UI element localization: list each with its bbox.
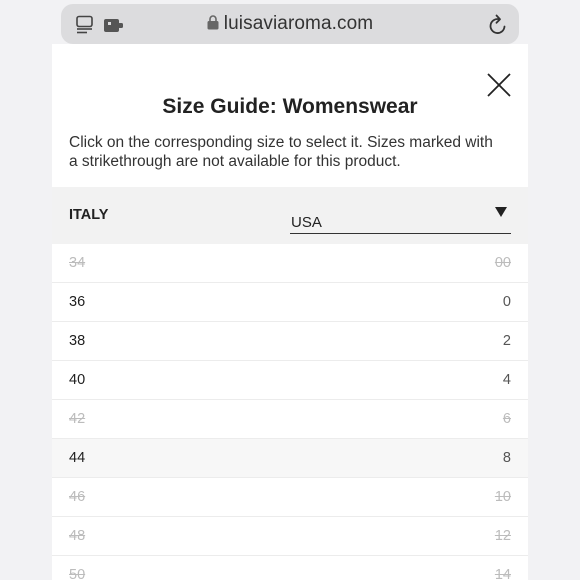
usa-size: 2 xyxy=(502,333,511,349)
italy-size: 50 xyxy=(69,567,86,580)
usa-size: 4 xyxy=(502,372,511,388)
italy-size: 36 xyxy=(69,294,86,310)
usa-size: 6 xyxy=(502,411,511,427)
size-guide-modal: Size Guide: Womenswear Click on the corr… xyxy=(52,44,528,580)
size-table: 34 00 36 0 38 2 40 4 42 6 44 8 46 10 48 xyxy=(52,244,528,580)
usa-size: 00 xyxy=(494,255,511,271)
italy-column-header: ITALY xyxy=(69,207,109,223)
usa-size: 12 xyxy=(494,528,511,544)
address-bar[interactable]: luisaviaroma.com xyxy=(61,4,519,44)
usa-size: 8 xyxy=(502,450,511,466)
url-display[interactable]: luisaviaroma.com xyxy=(61,13,519,35)
italy-size: 38 xyxy=(69,333,86,349)
usa-size: 14 xyxy=(494,567,511,580)
italy-size: 40 xyxy=(69,372,86,388)
size-system-value: USA xyxy=(291,214,322,231)
size-row[interactable]: 42 6 xyxy=(52,400,528,439)
modal-description: Click on the corresponding size to selec… xyxy=(69,134,493,170)
size-row[interactable]: 40 4 xyxy=(52,361,528,400)
size-row[interactable]: 50 14 xyxy=(52,556,528,580)
lock-icon xyxy=(207,15,219,30)
size-row[interactable]: 44 8 xyxy=(52,439,528,478)
size-table-header: ITALY USA xyxy=(52,187,528,244)
italy-size: 46 xyxy=(69,489,86,505)
size-row[interactable]: 46 10 xyxy=(52,478,528,517)
triangle-down-icon xyxy=(495,207,507,217)
italy-size: 48 xyxy=(69,528,86,544)
italy-size: 42 xyxy=(69,411,86,427)
size-system-select[interactable]: USA xyxy=(290,200,511,234)
size-row[interactable]: 38 2 xyxy=(52,322,528,361)
size-row[interactable]: 34 00 xyxy=(52,244,528,283)
usa-size: 10 xyxy=(494,489,511,505)
modal-title: Size Guide: Womenswear xyxy=(162,95,418,118)
size-row[interactable]: 36 0 xyxy=(52,283,528,322)
italy-size: 44 xyxy=(69,450,86,466)
usa-size: 0 xyxy=(502,294,511,310)
reload-icon[interactable] xyxy=(488,14,508,36)
italy-size: 34 xyxy=(69,255,86,271)
size-row[interactable]: 48 12 xyxy=(52,517,528,556)
url-domain: luisaviaroma.com xyxy=(223,13,374,34)
